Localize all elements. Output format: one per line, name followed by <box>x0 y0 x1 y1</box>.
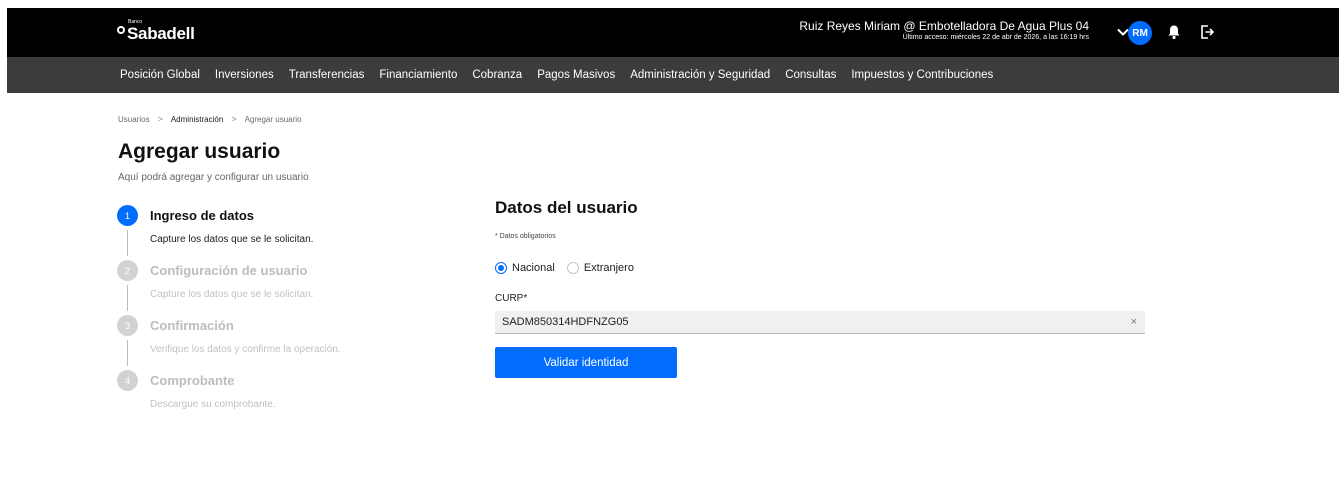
radio-nacional-label: Nacional <box>512 262 555 274</box>
stepper: 1 Ingreso de datos Capture los datos que… <box>117 205 457 425</box>
nav-item-consultas[interactable]: Consultas <box>785 69 836 81</box>
step-number-badge: 2 <box>117 260 138 281</box>
nationality-radio-group: Nacional Extranjero <box>495 262 646 274</box>
step-description: Descargue su comprobante. <box>150 399 276 410</box>
step-connector <box>127 285 128 311</box>
nav-item-pagos-masivos[interactable]: Pagos Masivos <box>537 69 615 81</box>
nav-item-inversiones[interactable]: Inversiones <box>215 69 274 81</box>
breadcrumb-administracion[interactable]: Administración <box>171 115 223 124</box>
step-comprobante: 4 Comprobante Descargue su comprobante. <box>117 370 457 425</box>
user-data-form: Datos del usuario * Datos obligatorios N… <box>495 198 1145 378</box>
radio-nacional[interactable]: Nacional <box>495 262 555 274</box>
radio-checked-icon[interactable] <box>495 262 507 274</box>
page-subtitle: Aquí podrá agregar y configurar un usuar… <box>118 172 309 183</box>
clear-input-icon[interactable]: × <box>1131 316 1137 328</box>
form-title: Datos del usuario <box>495 198 638 217</box>
step-description: Verifique los datos y confirme la operac… <box>150 344 341 355</box>
step-number-badge: 1 <box>117 205 138 226</box>
nav-item-impuestos-contribuciones[interactable]: Impuestos y Contribuciones <box>851 69 993 81</box>
main-nav: Posición Global Inversiones Transferenci… <box>7 57 1339 93</box>
logo-mark-icon <box>117 26 125 34</box>
logout-icon[interactable] <box>1199 24 1215 40</box>
step-description: Capture los datos que se le solicitan. <box>150 289 314 300</box>
nav-item-transferencias[interactable]: Transferencias <box>289 69 365 81</box>
last-access-text: Último acceso: miércoles 22 de abr de 20… <box>902 34 1089 41</box>
step-ingreso-datos: 1 Ingreso de datos Capture los datos que… <box>117 205 457 260</box>
user-info: Ruiz Reyes Miriam @ Embotelladora De Agu… <box>789 19 1089 42</box>
sabadell-logo[interactable]: Banco Sabadell <box>117 19 195 43</box>
avatar[interactable]: RM <box>1128 21 1152 45</box>
page-title: Agregar usuario <box>118 140 281 163</box>
curp-field: × <box>495 311 1145 334</box>
breadcrumb-agregar-usuario: Agregar usuario <box>244 114 302 124</box>
step-number-badge: 4 <box>117 370 138 391</box>
required-fields-note: * Datos obligatorios <box>495 233 556 240</box>
radio-extranjero[interactable]: Extranjero <box>566 262 634 274</box>
step-connector <box>127 340 128 366</box>
step-title: Confirmación <box>150 318 234 333</box>
bell-icon[interactable] <box>1167 24 1181 40</box>
radio-unchecked-icon[interactable] <box>566 262 579 274</box>
curp-label: CURP* <box>495 293 528 304</box>
breadcrumb: Usuarios > Administración > Agregar usua… <box>118 114 302 124</box>
breadcrumb-usuarios[interactable]: Usuarios <box>118 115 150 124</box>
step-title: Ingreso de datos <box>150 208 255 223</box>
radio-extranjero-label: Extranjero <box>583 262 634 274</box>
step-number-badge: 3 <box>117 315 138 336</box>
user-company-name: Ruiz Reyes Miriam @ Embotelladora De Agu… <box>799 19 1089 33</box>
nav-item-financiamiento[interactable]: Financiamiento <box>379 69 457 81</box>
step-configuracion-usuario: 2 Configuración de usuario Capture los d… <box>117 260 457 315</box>
top-header: Banco Sabadell Ruiz Reyes Miriam @ Embot… <box>7 8 1339 57</box>
step-description: Capture los datos que se le solicitan. <box>150 234 314 245</box>
breadcrumb-separator-icon: > <box>157 114 163 124</box>
step-title: Configuración de usuario <box>150 263 308 278</box>
curp-input[interactable] <box>495 311 1115 333</box>
step-title: Comprobante <box>150 373 235 388</box>
logo-name: Sabadell <box>127 24 195 43</box>
breadcrumb-separator-icon: > <box>231 114 237 124</box>
nav-item-administracion-seguridad[interactable]: Administración y Seguridad <box>630 69 770 81</box>
step-confirmacion: 3 Confirmación Verifique los datos y con… <box>117 315 457 370</box>
nav-item-cobranza[interactable]: Cobranza <box>472 69 522 81</box>
validate-identity-button[interactable]: Validar identidad <box>495 347 677 378</box>
step-connector <box>127 230 128 256</box>
nav-item-posicion-global[interactable]: Posición Global <box>120 69 200 81</box>
